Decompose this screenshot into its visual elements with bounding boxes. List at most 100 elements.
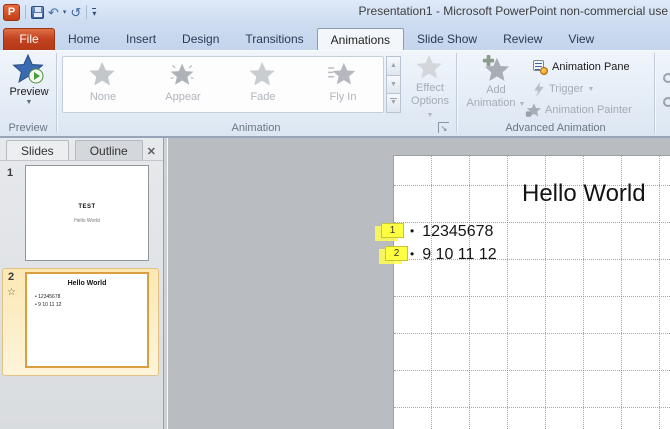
add-animation-button[interactable]: Add Animation ▼ — [465, 54, 527, 111]
animation-option-fade[interactable]: Fade — [223, 57, 303, 112]
bullet-text: 9 10 11 12 — [422, 246, 496, 263]
tab-slide-show[interactable]: Slide Show — [404, 28, 490, 50]
none-star-icon — [88, 61, 118, 89]
gallery-item-label: Appear — [143, 91, 223, 103]
animation-option-none[interactable]: None — [63, 57, 143, 112]
customize-quick-access-icon[interactable]: ▾ — [92, 8, 96, 17]
effect-options-star-icon — [415, 54, 445, 82]
effect-options-button[interactable]: Effect Options ▼ — [407, 54, 453, 122]
preview-dropdown-icon: ▼ — [6, 99, 52, 106]
divider — [25, 5, 26, 19]
bullet-marker: • — [410, 247, 414, 261]
gallery-scroll-down-icon[interactable]: ▼ — [386, 76, 401, 95]
animation-option-fly-in[interactable]: Fly In — [303, 57, 383, 112]
animation-gallery: None Appear Fade — [62, 56, 384, 113]
tab-slides[interactable]: Slides — [6, 140, 69, 160]
trigger-dropdown-icon: ▼ — [587, 86, 594, 93]
bullet-marker: • — [410, 224, 414, 238]
undo-dropdown-icon[interactable]: ▾ — [63, 8, 67, 16]
add-animation-label-line2: Animation ▼ — [465, 97, 527, 111]
tab-review[interactable]: Review — [490, 28, 555, 50]
animation-group-label: Animation — [57, 122, 455, 134]
animation-dialog-launcher-icon[interactable]: ↘ — [438, 122, 449, 133]
advanced-animation-group-label: Advanced Animation — [457, 122, 654, 134]
preview-star-icon — [12, 54, 46, 86]
fade-star-icon — [248, 61, 278, 89]
play-animations-icon[interactable]: ☆ — [7, 287, 16, 298]
slide-2-thumbnail[interactable]: Hello World • 12345678 • 9 10 11 12 — [25, 272, 149, 368]
add-animation-star-icon — [479, 54, 513, 84]
slide-bullet-1[interactable]: • 12345678 — [410, 223, 493, 241]
trigger-bolt-icon — [533, 82, 545, 97]
tab-transitions[interactable]: Transitions — [232, 28, 316, 50]
ribbon-tab-row: File Home Insert Design Transitions Anim… — [0, 24, 670, 50]
appear-star-icon — [168, 61, 198, 89]
slide-1-thumbnail[interactable]: TEST Hello World — [25, 165, 149, 261]
divider — [86, 5, 87, 19]
undo-icon[interactable]: ↶ — [48, 6, 59, 19]
animation-painter-button[interactable]: Animation Painter — [525, 101, 632, 119]
gridline — [394, 370, 670, 371]
slide-number: 1 — [7, 167, 13, 179]
tab-insert[interactable]: Insert — [113, 28, 169, 50]
advanced-animation-group: Add Animation ▼ Animation Pane Trigger — [457, 51, 654, 137]
animation-option-appear[interactable]: Appear — [143, 57, 223, 112]
tab-file[interactable]: File — [3, 28, 55, 50]
slide-canvas[interactable]: Hello World 1 2 •12345678 •9 10 11 12 — [393, 155, 670, 429]
thumbnail-bullets: • 12345678 • 9 10 11 12 — [35, 293, 147, 309]
gallery-item-label: None — [63, 91, 143, 103]
preview-button[interactable]: Preview ▼ — [6, 54, 52, 106]
animation-order-tag-2[interactable]: 2 — [385, 246, 408, 261]
thumbnail-bullet: • 12345678 — [35, 293, 147, 301]
window-title: Presentation1 - Microsoft PowerPoint non… — [359, 4, 668, 18]
gridline — [394, 296, 670, 297]
slide-thumbnail-row-1[interactable]: 1 TEST Hello World — [0, 165, 160, 265]
slide-number: 2 — [8, 271, 14, 283]
gallery-item-label: Fade — [223, 91, 303, 103]
gridline — [659, 156, 660, 429]
powerpoint-logo-icon[interactable]: P — [3, 4, 20, 21]
gallery-more-icon[interactable]: ▼ — [386, 94, 401, 113]
powerpoint-window: P ↶ ▾ ↺ ▾ Presentation1 - Microsoft Powe… — [0, 0, 670, 429]
tab-outline[interactable]: Outline — [75, 140, 143, 160]
tab-design[interactable]: Design — [169, 28, 232, 50]
bullet-text: 12345678 — [422, 223, 493, 240]
gallery-scroll-up-icon[interactable]: ▲ — [386, 56, 401, 76]
slide-bullet-2[interactable]: • 9 10 11 12 — [410, 246, 497, 264]
tab-view[interactable]: View — [555, 28, 607, 50]
slides-panel-tabs: Slides Outline ✕ — [0, 140, 163, 161]
group-separator — [654, 53, 655, 133]
title-bar: P ↶ ▾ ↺ ▾ Presentation1 - Microsoft Powe… — [0, 0, 670, 24]
add-animation-label-line1: Add — [465, 84, 527, 97]
thumbnail-title: TEST — [26, 204, 148, 210]
thumbnail-subtitle: Hello World — [26, 218, 148, 224]
gridline — [431, 156, 432, 429]
save-icon[interactable] — [31, 6, 44, 19]
gridline — [394, 333, 670, 334]
effect-options-label-line2: Options ▼ — [407, 95, 453, 122]
animation-pane-button[interactable]: Animation Pane — [533, 58, 630, 76]
fly-in-star-icon — [328, 61, 358, 89]
animation-painter-label: Animation Painter — [545, 104, 632, 116]
redo-icon[interactable]: ↺ — [70, 6, 81, 19]
tab-home[interactable]: Home — [55, 28, 113, 50]
gridline — [394, 407, 670, 408]
preview-label: Preview — [6, 86, 52, 99]
trigger-label: Trigger — [549, 83, 583, 95]
close-panel-icon[interactable]: ✕ — [143, 143, 160, 160]
effect-options-label-line1: Effect — [407, 82, 453, 95]
animation-pane-label: Animation Pane — [552, 61, 630, 73]
slide-thumbnail-row-2-selected[interactable]: 2 ☆ Hello World • 12345678 • 9 10 11 12 — [2, 268, 159, 376]
gallery-scrollbar: ▲ ▼ ▼ — [386, 56, 401, 113]
thumbnail-bullet: • 9 10 11 12 — [35, 301, 147, 309]
slides-panel: Slides Outline ✕ 1 TEST Hello World 2 ☆ … — [0, 138, 163, 429]
preview-group: Preview ▼ Preview — [0, 51, 56, 137]
gallery-item-label: Fly In — [303, 91, 383, 103]
slide-editor-area: Hello World 1 2 • 12345678 • 9 10 11 12 — [168, 138, 670, 429]
animation-order-tag-1[interactable]: 1 — [381, 223, 404, 238]
slide-title-text[interactable]: Hello World — [522, 180, 646, 208]
tab-animations[interactable]: Animations — [317, 28, 404, 50]
trigger-button[interactable]: Trigger ▼ — [533, 80, 594, 98]
workspace: Slides Outline ✕ 1 TEST Hello World 2 ☆ … — [0, 138, 670, 429]
gridline — [469, 156, 470, 429]
